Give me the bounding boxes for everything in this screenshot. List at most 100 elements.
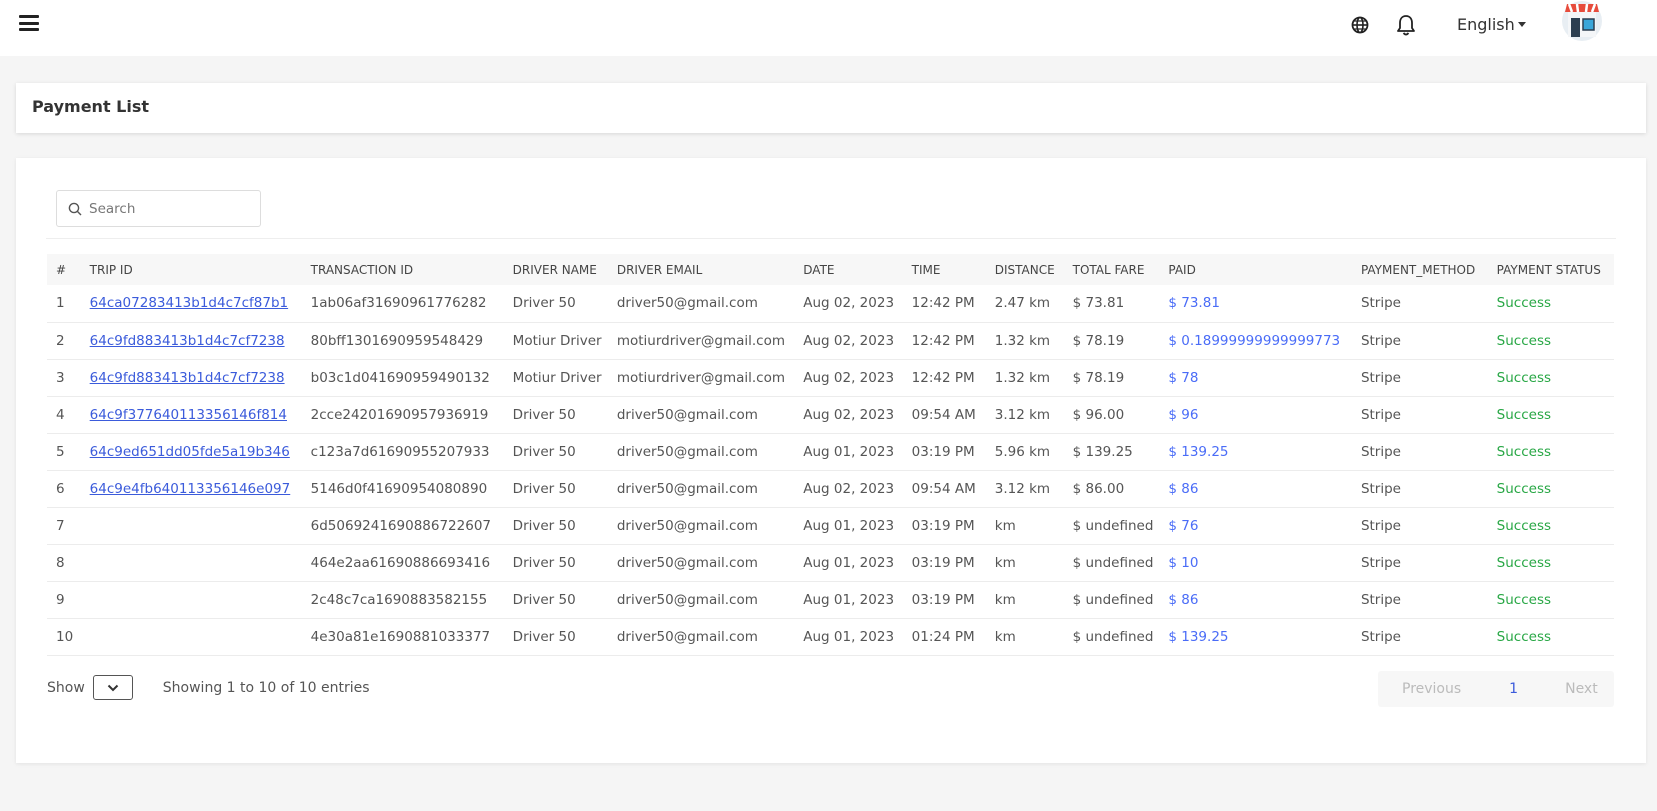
cell-index: 2 <box>56 332 65 349</box>
cell-distance: 5.96 km <box>994 443 1051 460</box>
divider <box>46 238 1616 239</box>
bell-icon[interactable] <box>1395 13 1417 37</box>
cell-paid: $ 96 <box>1168 406 1199 423</box>
cell-date: Aug 02, 2023 <box>803 369 895 386</box>
table-row: 10 4e30a81e1690881033377 Driver 50 driver50… <box>47 618 1614 655</box>
column-header-transaction-id: TRANSACTION ID <box>310 262 414 277</box>
column-header-paid: PAID <box>1168 262 1196 277</box>
trip-id-link[interactable]: 64c9f377640113356146f814 <box>90 407 287 423</box>
avatar[interactable] <box>1560 0 1604 42</box>
cell-paid: $ 76 <box>1168 517 1199 534</box>
entries-info: Showing 1 to 10 of 10 entries <box>162 679 370 696</box>
cell-payment-status: Success <box>1496 517 1552 534</box>
table-row: 9 2c48c7ca1690883582155 Driver 50 driver50@… <box>47 581 1614 618</box>
cell-payment-method: Stripe <box>1360 443 1401 460</box>
cell-trip-id: 64c9e4fb640113356146e097 <box>81 470 302 507</box>
cell-payment-method: Stripe <box>1360 295 1401 312</box>
cell-driver-email: driver50@gmail.com <box>616 554 758 571</box>
cell-driver-name: Driver 50 <box>512 517 576 534</box>
cell-trip-id <box>81 544 302 581</box>
cell-transaction-id: 2c48c7ca1690883582155 <box>310 591 488 608</box>
cell-time: 09:54 AM <box>911 406 976 423</box>
cell-index: 4 <box>56 406 65 423</box>
trip-id-link[interactable]: 64c9ed651dd05fde5a19b346 <box>90 444 290 460</box>
cell-trip-id <box>81 507 302 544</box>
column-header-driver-name: DRIVER NAME <box>512 262 597 277</box>
hamburger-menu-icon[interactable] <box>19 15 39 33</box>
cell-paid: $ 73.81 <box>1168 295 1220 312</box>
cell-payment-status: Success <box>1496 295 1552 312</box>
cell-index: 5 <box>56 443 65 460</box>
cell-paid: $ 10 <box>1168 554 1199 571</box>
cell-distance: 3.12 km <box>994 480 1051 497</box>
cell-payment-status: Success <box>1496 406 1552 423</box>
chevron-down-icon <box>107 684 118 691</box>
cell-transaction-id: 80bff1301690959548429 <box>310 332 484 349</box>
table-row: 6 64c9e4fb640113356146e097 5146d0f41690954… <box>47 470 1614 507</box>
cell-time: 03:19 PM <box>911 443 975 460</box>
cell-time: 12:42 PM <box>911 295 975 312</box>
cell-transaction-id: 2cce24201690957936919 <box>310 406 489 423</box>
cell-payment-method: Stripe <box>1360 480 1401 497</box>
language-label: English <box>1457 15 1515 34</box>
search-field[interactable] <box>56 190 261 227</box>
column-header-index: # <box>56 262 67 277</box>
cell-total-fare: $ undefined <box>1072 628 1154 645</box>
trip-id-link[interactable]: 64c9e4fb640113356146e097 <box>90 481 291 497</box>
cell-time: 01:24 PM <box>911 628 975 645</box>
cell-distance: 3.12 km <box>994 406 1051 423</box>
caret-down-icon <box>1517 21 1526 27</box>
cell-trip-id <box>81 618 302 655</box>
cell-payment-status: Success <box>1496 369 1552 386</box>
trip-id-link[interactable]: 64c9fd883413b1d4c7cf7238 <box>90 370 285 386</box>
cell-paid: $ 86 <box>1168 480 1199 497</box>
column-header-payment-method: PAYMENT_METHOD <box>1360 262 1476 277</box>
next-page-button[interactable]: Next <box>1565 681 1598 697</box>
cell-paid: $ 86 <box>1168 591 1199 608</box>
table-row: 5 64c9ed651dd05fde5a19b346 c123a7d61690955… <box>47 433 1614 470</box>
cell-date: Aug 01, 2023 <box>803 628 895 645</box>
cell-time: 12:42 PM <box>911 332 975 349</box>
table-row: 3 64c9fd883413b1d4c7cf7238 b03c1d041690959… <box>47 359 1614 396</box>
globe-icon[interactable] <box>1350 15 1370 35</box>
show-label: Show <box>47 679 85 696</box>
cell-distance: 1.32 km <box>994 369 1051 386</box>
cell-index: 10 <box>56 628 74 645</box>
cell-distance: km <box>994 554 1016 571</box>
trip-id-link[interactable]: 64ca07283413b1d4c7cf87b1 <box>90 295 288 311</box>
cell-total-fare: $ 86.00 <box>1072 480 1125 497</box>
cell-payment-status: Success <box>1496 332 1552 349</box>
trip-id-link[interactable]: 64c9fd883413b1d4c7cf7238 <box>90 333 285 349</box>
cell-driver-email: driver50@gmail.com <box>616 443 758 460</box>
table-row: 1 64ca07283413b1d4c7cf87b1 1ab06af31690961… <box>47 285 1614 322</box>
cell-trip-id <box>81 581 302 618</box>
cell-payment-method: Stripe <box>1360 628 1401 645</box>
cell-driver-email: driver50@gmail.com <box>616 406 758 423</box>
page-size-control: Show Showing 1 to 10 of 10 entries <box>47 675 370 700</box>
page-header-card: Payment List <box>16 83 1646 133</box>
column-header-driver-email: DRIVER EMAIL <box>616 262 703 277</box>
cell-date: Aug 01, 2023 <box>803 443 895 460</box>
cell-trip-id: 64ca07283413b1d4c7cf87b1 <box>81 285 302 322</box>
cell-trip-id: 64c9f377640113356146f814 <box>81 396 302 433</box>
page-number-button[interactable]: 1 <box>1509 681 1518 697</box>
page-title: Payment List <box>32 97 150 116</box>
cell-total-fare: $ 73.81 <box>1072 295 1125 312</box>
cell-transaction-id: 4e30a81e1690881033377 <box>310 628 491 645</box>
cell-distance: km <box>994 628 1016 645</box>
search-input[interactable] <box>89 200 239 217</box>
language-dropdown[interactable]: English <box>1457 15 1526 34</box>
cell-transaction-id: 6d5069241690886722607 <box>310 517 491 534</box>
cell-date: Aug 01, 2023 <box>803 554 895 571</box>
cell-driver-name: Driver 50 <box>512 554 576 571</box>
cell-payment-method: Stripe <box>1360 332 1401 349</box>
cell-payment-method: Stripe <box>1360 517 1401 534</box>
cell-trip-id: 64c9fd883413b1d4c7cf7238 <box>81 359 302 396</box>
table-row: 4 64c9f377640113356146f814 2cce24201690957… <box>47 396 1614 433</box>
cell-index: 9 <box>56 591 65 608</box>
previous-page-button[interactable]: Previous <box>1402 681 1461 697</box>
page-size-select[interactable] <box>92 675 133 700</box>
cell-driver-email: driver50@gmail.com <box>616 517 758 534</box>
cell-date: Aug 01, 2023 <box>803 517 895 534</box>
cell-total-fare: $ 96.00 <box>1072 406 1125 423</box>
